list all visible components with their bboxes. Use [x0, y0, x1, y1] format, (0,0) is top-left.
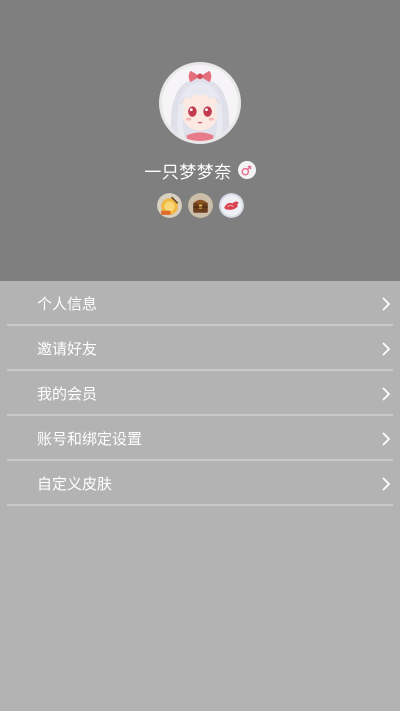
male-symbol-icon	[237, 161, 256, 179]
chevron-right-icon	[381, 296, 391, 312]
menu-item-label: 邀请好友	[37, 340, 98, 358]
menu-item-custom-skin[interactable]: 自定义皮肤	[0, 461, 400, 506]
menu-item-my-membership[interactable]: 我的会员	[0, 371, 400, 416]
menu-item-label: 自定义皮肤	[37, 475, 113, 493]
chevron-right-icon	[381, 476, 391, 492]
chevron-right-icon	[381, 386, 391, 402]
menu-item-label: 我的会员	[37, 385, 98, 403]
gold-medal-badge-icon[interactable]	[156, 193, 182, 218]
settings-menu: 个人信息 邀请好友 我的会员 账号和绑定设置 自定义皮肤	[0, 281, 400, 506]
menu-item-account-binding[interactable]: 账号和绑定设置	[0, 416, 400, 461]
chevron-right-icon	[381, 341, 391, 357]
chevron-right-icon	[381, 431, 391, 447]
avatar[interactable]	[159, 62, 241, 144]
menu-item-label: 账号和绑定设置	[37, 430, 143, 448]
menu-item-invite-friends[interactable]: 邀请好友	[0, 326, 400, 371]
menu-item-personal-info[interactable]: 个人信息	[0, 281, 400, 326]
menu-item-label: 个人信息	[37, 295, 98, 313]
username: 一只梦梦奈	[144, 162, 232, 183]
name-row: 一只梦梦奈	[0, 158, 400, 183]
profile-header: 一只梦梦奈	[0, 0, 400, 281]
anime-avatar-image	[162, 65, 238, 141]
red-bird-badge-icon[interactable]	[218, 193, 244, 218]
treasure-chest-badge-icon[interactable]	[187, 193, 213, 218]
badge-list	[0, 193, 400, 219]
